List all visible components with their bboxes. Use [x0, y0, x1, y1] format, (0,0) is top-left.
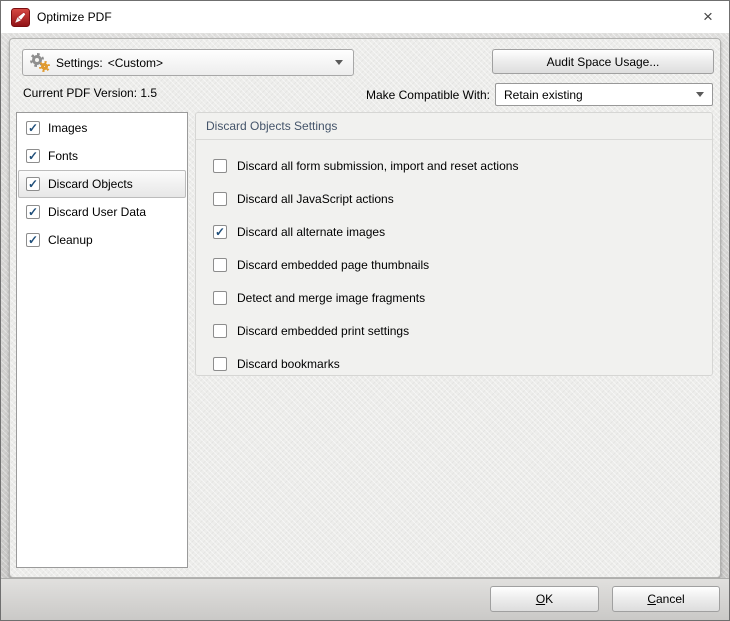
- option-label: Discard embedded page thumbnails: [237, 258, 429, 272]
- dropdown-arrow-icon: [335, 60, 343, 65]
- option-row[interactable]: Discard embedded page thumbnails: [196, 248, 712, 281]
- checkbox-icon[interactable]: [213, 291, 227, 305]
- window-title: Optimize PDF: [37, 10, 112, 24]
- option-row[interactable]: Discard all JavaScript actions: [196, 182, 712, 215]
- checkbox-icon[interactable]: [213, 324, 227, 338]
- settings-value: <Custom>: [108, 56, 163, 70]
- dialog-body: Settings: <Custom> Audit Space Usage... …: [1, 33, 729, 621]
- group-separator: [196, 139, 712, 140]
- checkbox-icon[interactable]: ✓: [26, 177, 40, 191]
- category-label: Cleanup: [48, 233, 93, 247]
- group-title: Discard Objects Settings: [196, 113, 712, 133]
- option-label: Discard all alternate images: [237, 225, 385, 239]
- checkbox-icon[interactable]: ✓: [26, 149, 40, 163]
- option-label: Discard embedded print settings: [237, 324, 409, 338]
- category-label: Images: [48, 121, 87, 135]
- category-item[interactable]: ✓ Discard Objects: [18, 170, 186, 198]
- option-row[interactable]: Discard bookmarks: [196, 347, 712, 380]
- category-label: Discard Objects: [48, 177, 133, 191]
- settings-dropdown[interactable]: Settings: <Custom>: [22, 49, 354, 76]
- footer-bar: OK Cancel: [1, 578, 729, 621]
- make-compatible-select[interactable]: Retain existing: [495, 83, 713, 106]
- app-icon: [11, 8, 30, 27]
- category-list: ✓ Images ✓ Fonts ✓ Discard Objects ✓ Dis…: [16, 112, 188, 568]
- settings-gears-icon: [30, 53, 51, 73]
- discard-objects-settings-group: Discard Objects Settings Discard all for…: [195, 112, 713, 376]
- ok-button[interactable]: OK: [490, 586, 599, 612]
- category-item[interactable]: ✓ Discard User Data: [18, 198, 186, 226]
- checkbox-icon[interactable]: [213, 357, 227, 371]
- category-item[interactable]: ✓ Fonts: [18, 142, 186, 170]
- option-label: Discard bookmarks: [237, 357, 340, 371]
- options-list: Discard all form submission, import and …: [196, 149, 712, 380]
- dropdown-arrow-icon: [696, 92, 704, 97]
- checkbox-icon[interactable]: ✓: [26, 121, 40, 135]
- option-row[interactable]: ✓ Discard all alternate images: [196, 215, 712, 248]
- current-pdf-version-label: Current PDF Version: 1.5: [23, 86, 157, 100]
- optimize-pdf-dialog: Optimize PDF × Settings: <Custom> Audit …: [0, 0, 730, 621]
- checkbox-icon[interactable]: ✓: [213, 225, 227, 239]
- option-row[interactable]: Discard all form submission, import and …: [196, 149, 712, 182]
- checkbox-icon[interactable]: [213, 159, 227, 173]
- option-row[interactable]: Discard embedded print settings: [196, 314, 712, 347]
- option-label: Discard all JavaScript actions: [237, 192, 394, 206]
- cancel-button[interactable]: Cancel: [612, 586, 720, 612]
- titlebar: Optimize PDF ×: [1, 1, 729, 33]
- close-icon[interactable]: ×: [693, 3, 723, 31]
- category-label: Fonts: [48, 149, 78, 163]
- category-item[interactable]: ✓ Cleanup: [18, 226, 186, 254]
- audit-space-usage-button[interactable]: Audit Space Usage...: [492, 49, 714, 74]
- category-item[interactable]: ✓ Images: [18, 114, 186, 142]
- category-label: Discard User Data: [48, 205, 146, 219]
- option-row[interactable]: Detect and merge image fragments: [196, 281, 712, 314]
- option-label: Detect and merge image fragments: [237, 291, 425, 305]
- make-compatible-label: Make Compatible With:: [260, 88, 490, 102]
- checkbox-icon[interactable]: [213, 192, 227, 206]
- checkbox-icon[interactable]: ✓: [26, 205, 40, 219]
- checkbox-icon[interactable]: ✓: [26, 233, 40, 247]
- make-compatible-value: Retain existing: [504, 88, 583, 102]
- option-label: Discard all form submission, import and …: [237, 159, 518, 173]
- settings-label: Settings:: [56, 56, 103, 70]
- main-panel: Settings: <Custom> Audit Space Usage... …: [9, 38, 721, 578]
- checkbox-icon[interactable]: [213, 258, 227, 272]
